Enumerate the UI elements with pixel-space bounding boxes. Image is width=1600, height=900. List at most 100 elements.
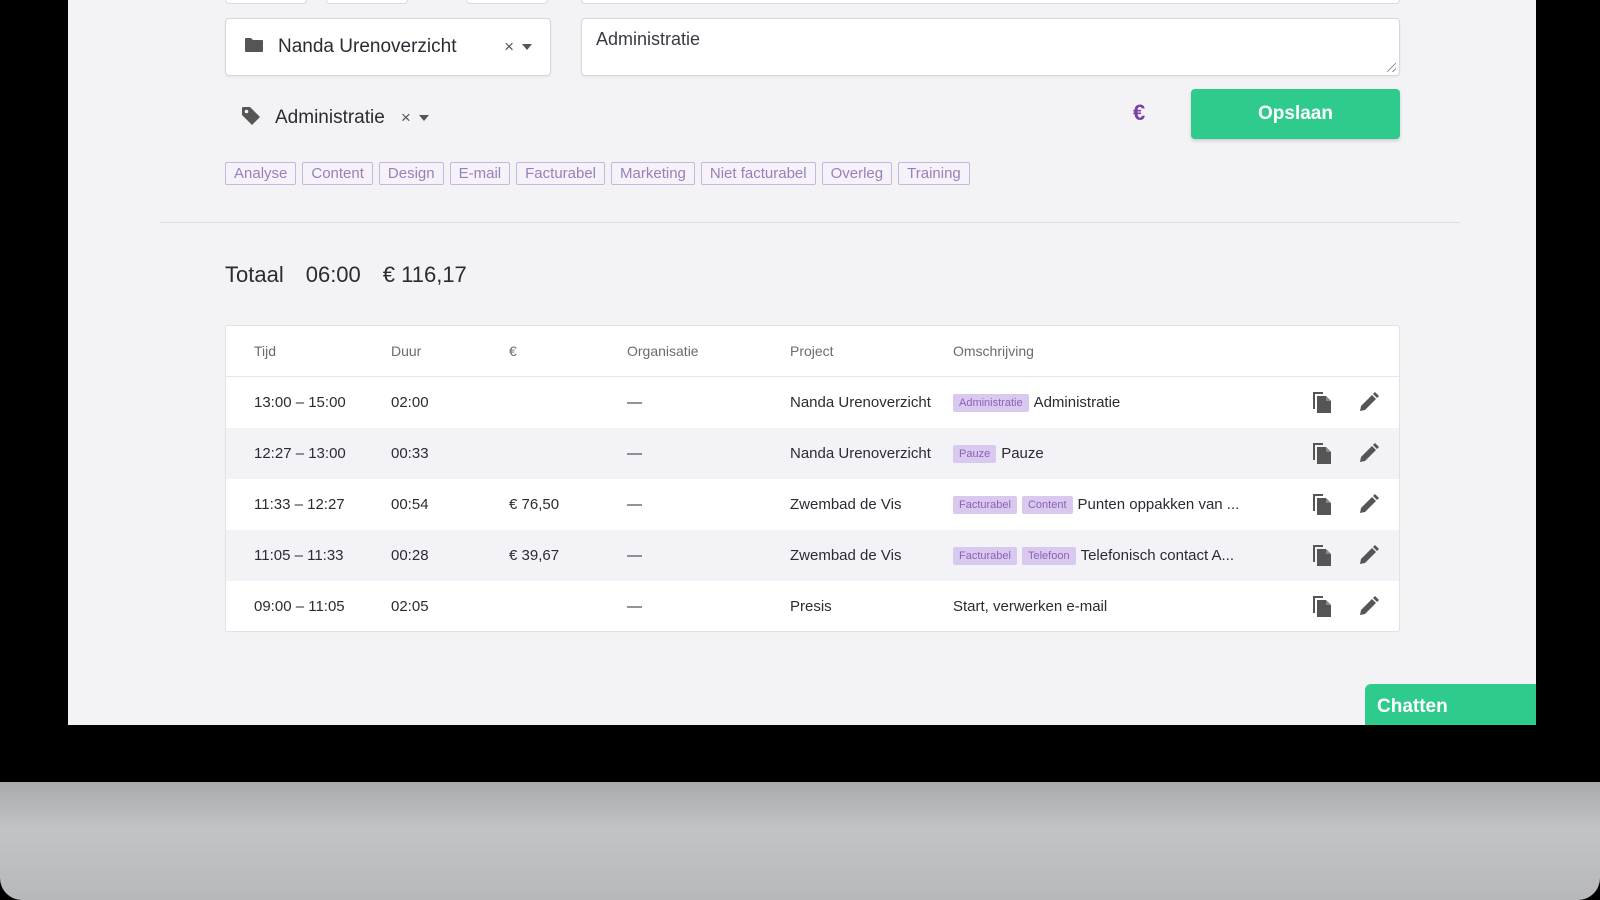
pencil-icon[interactable] <box>1355 543 1381 569</box>
time-entries-table: Tijd Duur € Organisatie Project Omschrij… <box>225 325 1400 632</box>
totals-bar: Totaal 06:00 € 116,17 <box>225 262 467 288</box>
app-screen: Nanda Urenoverzicht × Administratie Admi… <box>68 0 1536 725</box>
chevron-down-icon[interactable] <box>418 115 429 121</box>
section-divider <box>160 222 1460 223</box>
copy-icon[interactable] <box>1309 543 1335 569</box>
chat-label: Chatten <box>1377 695 1448 717</box>
copy-icon[interactable] <box>1309 492 1335 518</box>
tag-select[interactable]: Administratie × <box>241 102 429 134</box>
top-field-stub[interactable] <box>581 0 1400 4</box>
cell-organisation: — <box>627 445 642 462</box>
tag-pill: Pauze <box>953 444 997 463</box>
totals-label: Totaal <box>225 262 284 287</box>
copy-icon[interactable] <box>1309 390 1335 416</box>
quick-tag-list: Analyse Content Design E-mail Facturabel Mark… <box>225 162 970 185</box>
tag-select-value: Administratie <box>275 107 385 128</box>
project-select-value: Nanda Urenoverzicht <box>278 36 457 57</box>
cell-organisation: — <box>627 547 642 564</box>
header-project: Project <box>790 343 834 359</box>
cell-time: 09:00 – 11:05 <box>254 598 345 615</box>
cell-description: Facturabel Telefoon Telefonisch contact A.… <box>953 546 1283 565</box>
laptop-bezel <box>0 782 1600 900</box>
cell-description: Facturabel Content Punten oppakken van ... <box>953 495 1283 514</box>
tag-pill: Administratie <box>953 393 1029 412</box>
tag-pill: Facturabel <box>953 495 1017 514</box>
billable-euro-toggle[interactable]: € <box>1133 100 1145 126</box>
cell-description: Pauze Pauze <box>953 444 1283 463</box>
tag-pill: Telefoon <box>1021 546 1076 565</box>
header-organisation: Organisatie <box>627 343 699 359</box>
cell-duration: 00:33 <box>391 445 429 462</box>
cell-time: 13:00 – 15:00 <box>254 394 346 411</box>
start-time-field-stub[interactable] <box>326 0 408 4</box>
tag-clear-icon[interactable]: × <box>401 108 411 128</box>
cell-organisation: — <box>627 394 642 411</box>
quick-tag[interactable]: Marketing <box>611 162 695 185</box>
cell-time: 12:27 – 13:00 <box>254 445 346 462</box>
tag-icon <box>241 106 261 131</box>
description-text: Pauze <box>1001 445 1044 462</box>
cell-amount: € 39,67 <box>509 547 560 564</box>
project-select[interactable]: Nanda Urenoverzicht × <box>225 18 551 76</box>
row-actions <box>1283 492 1399 518</box>
date-field-stub[interactable] <box>225 0 307 4</box>
table-header: Tijd Duur € Organisatie Project Omschrij… <box>226 326 1399 377</box>
chat-widget[interactable]: Chatten <box>1365 684 1536 725</box>
description-textarea[interactable]: Administratie <box>581 18 1400 76</box>
save-button[interactable]: Opslaan <box>1191 89 1400 139</box>
description-text: Administratie <box>1033 394 1121 411</box>
totals-amount: € 116,17 <box>382 262 467 287</box>
totals-duration: 06:00 <box>305 262 361 287</box>
row-actions <box>1283 594 1399 620</box>
table-row: 11:33 – 12:27 00:54 € 76,50 — Zwembad de Vis… <box>226 479 1399 530</box>
row-actions <box>1283 441 1399 467</box>
description-text: Telefonisch contact A... <box>1080 547 1234 564</box>
folder-icon <box>244 37 264 58</box>
description-text: Punten oppakken van ... <box>1077 496 1240 513</box>
quick-tag[interactable]: Design <box>378 162 444 185</box>
cell-time: 11:33 – 12:27 <box>254 496 345 513</box>
pencil-icon[interactable] <box>1355 441 1381 467</box>
tag-pill: Content <box>1021 495 1073 514</box>
cell-project: Zwembad de Vis <box>790 547 902 564</box>
header-amount: € <box>509 343 517 359</box>
cell-description: Administratie Administratie <box>953 393 1283 412</box>
cell-project: Presis <box>790 598 832 615</box>
cell-amount: € 76,50 <box>509 496 560 513</box>
cell-description: Start, verwerken e-mail <box>953 598 1283 615</box>
chevron-down-icon[interactable] <box>522 44 532 50</box>
cell-project: Nanda Urenoverzicht <box>790 445 931 462</box>
cell-organisation: — <box>627 496 642 513</box>
project-clear-icon[interactable]: × <box>504 37 514 57</box>
quick-tag[interactable]: Facturabel <box>516 162 606 185</box>
table-row: 09:00 – 11:05 02:05 — Presis Start, verwerke… <box>226 581 1399 632</box>
header-time: Tijd <box>254 343 277 359</box>
pencil-icon[interactable] <box>1355 390 1381 416</box>
quick-tag[interactable]: Content <box>302 162 373 185</box>
pencil-icon[interactable] <box>1355 594 1381 620</box>
quick-tag[interactable]: Analyse <box>225 162 297 185</box>
table-row: 13:00 – 15:00 02:00 — Nanda Urenoverzicht Ad… <box>226 377 1399 428</box>
resize-handle-icon[interactable] <box>1387 63 1396 72</box>
quick-tag[interactable]: Overleg <box>821 162 893 185</box>
description-value: Administratie <box>596 29 701 49</box>
header-description: Omschrijving <box>953 343 1034 359</box>
cell-organisation: — <box>627 598 642 615</box>
cell-project: Nanda Urenoverzicht <box>790 394 931 411</box>
tag-pill: Facturabel <box>953 546 1017 565</box>
copy-icon[interactable] <box>1309 441 1335 467</box>
pencil-icon[interactable] <box>1355 492 1381 518</box>
row-actions <box>1283 390 1399 416</box>
quick-tag[interactable]: Niet facturabel <box>700 162 816 185</box>
quick-tag[interactable]: Training <box>898 162 970 185</box>
end-time-field-stub[interactable] <box>466 0 548 4</box>
row-actions <box>1283 543 1399 569</box>
cell-duration: 02:05 <box>391 598 429 615</box>
copy-icon[interactable] <box>1309 594 1335 620</box>
table-body: 13:00 – 15:00 02:00 — Nanda Urenoverzicht Ad… <box>226 377 1399 632</box>
cell-duration: 00:28 <box>391 547 429 564</box>
table-row: 11:05 – 11:33 00:28 € 39,67 — Zwembad de Vis… <box>226 530 1399 581</box>
cell-project: Zwembad de Vis <box>790 496 902 513</box>
table-row: 12:27 – 13:00 00:33 — Nanda Urenoverzicht Pa… <box>226 428 1399 479</box>
quick-tag[interactable]: E-mail <box>449 162 511 185</box>
